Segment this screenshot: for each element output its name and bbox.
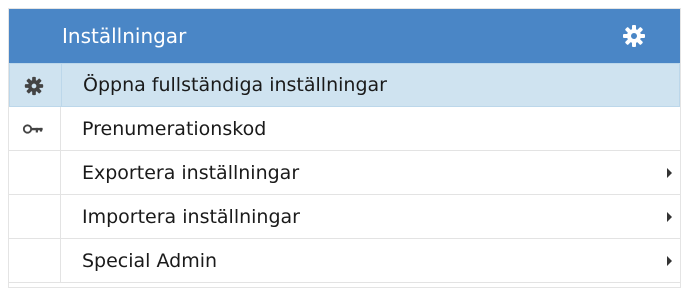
icon-separator (60, 239, 61, 282)
menu-item-label: Öppna fullständiga inställningar (83, 74, 387, 96)
menu-title: Inställningar (62, 24, 187, 48)
menu-item-export-settings[interactable]: Exportera inställningar (9, 151, 680, 195)
icon-separator (60, 107, 61, 150)
menu-item-label: Exportera inställningar (82, 161, 300, 184)
menu-item-import-settings[interactable]: Importera inställningar (9, 195, 680, 239)
submenu-arrow-icon (667, 212, 672, 222)
icon-separator (61, 64, 62, 106)
menu-item-open-full-settings[interactable]: Öppna fullständiga inställningar (9, 63, 680, 107)
submenu-arrow-icon (667, 256, 672, 266)
icon-separator (60, 151, 61, 194)
key-icon (22, 118, 44, 140)
menu-item-special-admin[interactable]: Special Admin (9, 239, 680, 283)
menu-header: Inställningar (9, 9, 680, 63)
menu-item-label: Special Admin (82, 249, 218, 272)
menu-item-label: Prenumerationskod (82, 117, 267, 140)
gear-icon (23, 75, 45, 97)
settings-menu: Inställningar Öppna fullständiga inställ… (9, 9, 680, 287)
menu-item-label: Importera inställningar (82, 205, 300, 228)
menu-item-subscription-code[interactable]: Prenumerationskod (9, 107, 680, 151)
gear-icon[interactable] (622, 24, 646, 48)
icon-separator (60, 195, 61, 238)
submenu-arrow-icon (667, 168, 672, 178)
